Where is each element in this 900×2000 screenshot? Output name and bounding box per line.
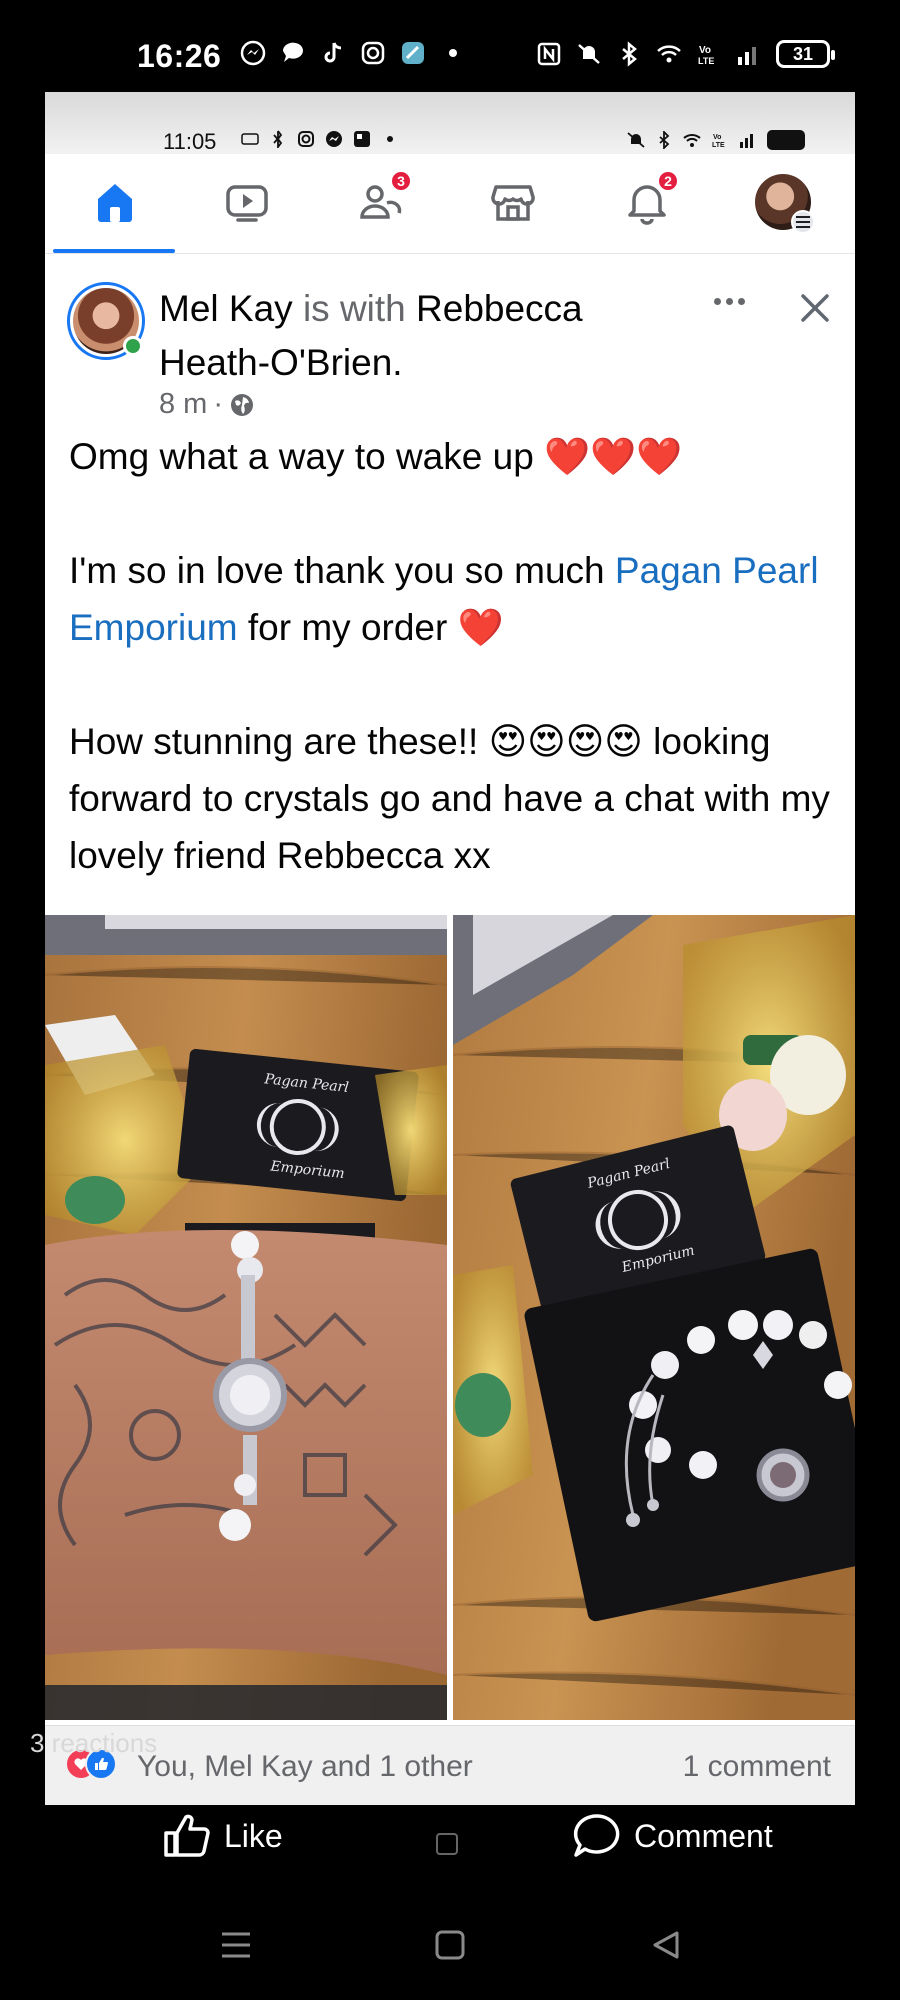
tab-menu[interactable] <box>753 172 815 234</box>
friends-badge: 3 <box>390 170 412 192</box>
tab-video[interactable] <box>217 172 277 232</box>
marketplace-icon <box>491 185 535 221</box>
volte-icon: VoLTE <box>698 45 714 66</box>
overlay-home-ghost <box>436 1833 458 1855</box>
heart-emoji: ❤️ <box>457 607 504 648</box>
wifi-icon <box>657 45 681 63</box>
notifications-badge: 2 <box>657 170 679 192</box>
comment-icon <box>573 1814 620 1857</box>
author-name[interactable]: Mel Kay <box>159 288 293 329</box>
photo-bracelet-card[interactable]: Pagan Pearl Emporium <box>453 915 855 1720</box>
post-body: Omg what a way to wake up ❤️❤️❤️ I'm so … <box>69 428 839 884</box>
chat-bubble-icon <box>282 42 303 62</box>
svg-text:LTE: LTE <box>712 142 725 149</box>
facebook-tab-bar: 3 2 <box>45 154 855 254</box>
outer-notification-icons <box>240 40 466 66</box>
alarm-icon <box>241 133 259 145</box>
messenger-icon <box>326 131 342 147</box>
square-icon <box>435 1930 465 1960</box>
inner-system-icons: Vo LTE <box>627 130 805 150</box>
post-meta: 8 m · <box>159 388 255 421</box>
hearts-emoji: ❤️❤️❤️ <box>544 436 683 477</box>
meta-separator: · <box>213 388 224 420</box>
reaction-summary-text[interactable]: You, Mel Kay and 1 other <box>137 1750 473 1784</box>
signal-icon <box>738 47 756 65</box>
comment-count[interactable]: 1 comment <box>683 1750 831 1784</box>
dot-icon <box>449 49 457 57</box>
outer-clock: 16:26 <box>137 38 222 74</box>
with-text: is with <box>302 288 406 329</box>
app-icon <box>402 42 424 64</box>
tab-friends[interactable]: 3 <box>350 170 412 232</box>
mute-icon <box>627 132 645 148</box>
heart-eyes-emoji: 😍😍😍😍 <box>488 721 643 762</box>
post-paragraph-3: How stunning are these!! 😍😍😍😍 looking fo… <box>69 721 830 876</box>
triangle-back-icon <box>653 1931 679 1959</box>
home-icon <box>98 184 132 222</box>
back-button[interactable] <box>646 1925 686 1965</box>
system-navigation-bar <box>0 1905 900 2000</box>
menu-lines-icon <box>222 1932 250 1958</box>
bluetooth-icon <box>273 130 283 148</box>
more-options-button[interactable] <box>707 286 751 316</box>
bluetooth-icon <box>622 41 637 67</box>
captured-screen: 11:05 Vo LTE 3 2 Mel Kay is with Rebbecc… <box>45 92 855 1805</box>
bluetooth-icon <box>659 131 670 149</box>
reactions-summary[interactable]: You, Mel Kay and 1 other 1 comment <box>45 1725 855 1805</box>
dot-icon <box>387 136 393 142</box>
close-icon[interactable] <box>797 290 833 326</box>
mute-icon <box>578 44 600 64</box>
post-paragraph-1: Omg what a way to wake up ❤️❤️❤️ <box>69 436 683 477</box>
inner-notification-icons <box>241 130 399 148</box>
signal-icon <box>740 134 753 148</box>
outer-status-bar: 16:26 Vo LTE 31 <box>0 0 900 92</box>
online-status-dot <box>123 336 143 356</box>
post-action-bar: Like Comment <box>0 1805 900 1871</box>
reactions-overlay-label: 3 reactions <box>30 1728 158 1758</box>
comment-label: Comment <box>634 1817 773 1854</box>
thumbs-up-icon <box>164 1814 210 1857</box>
messenger-icon <box>240 40 266 66</box>
inner-status-bar: 11:05 Vo LTE <box>45 92 855 154</box>
inner-clock: 11:05 <box>163 129 217 154</box>
recent-apps-button[interactable] <box>216 1925 256 1965</box>
volte-icon: VoLTE <box>712 134 725 149</box>
svg-text:Vo: Vo <box>713 134 721 141</box>
battery-level: 31 <box>792 43 814 64</box>
post-time[interactable]: 8 m <box>159 388 207 421</box>
app-icon <box>354 131 370 147</box>
active-tab-indicator <box>53 249 175 253</box>
tab-notifications[interactable]: 2 <box>617 170 679 232</box>
comment-button[interactable]: Comment <box>572 1813 773 1859</box>
tiktok-icon <box>324 42 342 63</box>
nfc-icon <box>537 42 561 66</box>
video-icon <box>226 185 268 222</box>
svg-text:LTE: LTE <box>698 56 714 66</box>
tab-home[interactable] <box>85 172 145 232</box>
profile-avatar <box>755 174 815 234</box>
tab-marketplace[interactable] <box>483 172 543 232</box>
post-photos: Pagan Pearl Emporium Pagan Pearl Emporiu… <box>45 915 855 1720</box>
battery-icon <box>767 130 805 150</box>
like-label: Like <box>224 1817 283 1854</box>
wifi-icon <box>683 134 701 147</box>
like-button[interactable]: Like <box>162 1813 283 1859</box>
tagged-period: . <box>392 342 403 383</box>
instagram-icon <box>298 131 314 147</box>
svg-text:Vo: Vo <box>699 45 711 56</box>
menu-icon <box>791 210 815 234</box>
globe-icon <box>231 393 254 416</box>
post-paragraph-2: I'm so in love thank you so much Pagan P… <box>69 550 819 648</box>
photo-wrist-bracelet[interactable]: Pagan Pearl Emporium <box>45 915 447 1720</box>
instagram-icon <box>361 41 385 65</box>
home-button[interactable] <box>430 1925 470 1965</box>
post-header: Mel Kay is with Rebbecca Heath-O'Brien. … <box>45 272 855 422</box>
outer-system-icons: Vo LTE 31 <box>536 40 835 68</box>
author-line: Mel Kay is with Rebbecca Heath-O'Brien. <box>159 282 639 390</box>
battery-icon: 31 <box>776 40 835 68</box>
